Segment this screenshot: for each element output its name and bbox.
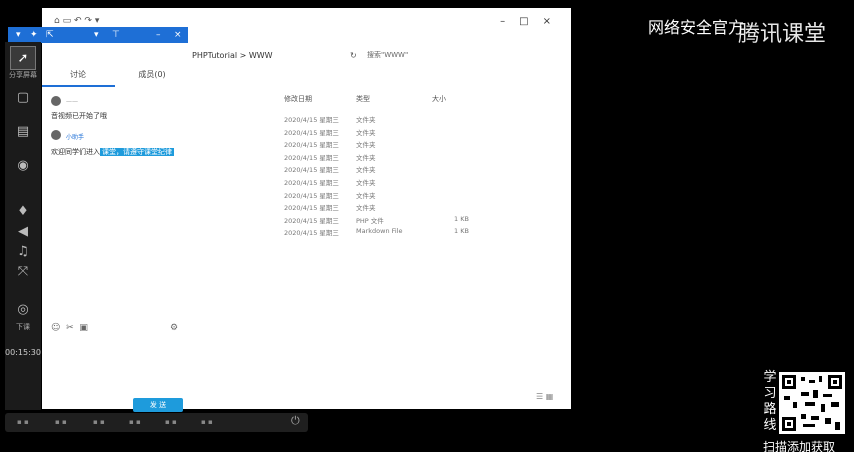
view-toggle: ☰ ▦ [536, 392, 553, 401]
home-icon[interactable]: ⌂ [54, 16, 60, 26]
class-timer: 00:15:30 [5, 348, 41, 357]
tab-members[interactable]: 成员(0) [116, 69, 188, 80]
file-type-cell[interactable]: 文件夹 [356, 152, 376, 162]
chat-toolbar: ☺ ✂ ▣ [51, 323, 88, 333]
file-date-cell[interactable]: 2020/4/15 星期三 [284, 202, 339, 212]
toolbar-item[interactable]: ▪ ▪ [17, 418, 29, 427]
message-sender: 小助手 [66, 134, 85, 141]
brand-watermark: 腾讯课堂 [738, 22, 827, 47]
message-sender: —— [66, 98, 78, 105]
file-type-cell[interactable]: Markdown File [356, 227, 403, 235]
emoji-icon[interactable]: ☺ [51, 323, 60, 333]
file-size-cell[interactable]: 1 KB [454, 215, 469, 223]
close-icon[interactable]: × [174, 27, 182, 43]
search-input[interactable]: 搜索"WWW" [367, 49, 467, 61]
file-date-cell[interactable]: 2020/4/15 星期三 [284, 227, 339, 237]
tiles-view-icon[interactable]: ▦ [546, 392, 554, 401]
power-icon[interactable]: ⏻ [291, 415, 300, 426]
file-type-cell[interactable]: 文件夹 [356, 114, 376, 124]
video-icon[interactable]: ◉ [10, 154, 36, 178]
active-tab-indicator [42, 85, 115, 87]
menu-icon[interactable]: ▾ [16, 27, 21, 43]
scissors-icon[interactable]: ✂ [66, 323, 74, 333]
column-header-date[interactable]: 修改日期 [284, 94, 312, 104]
file-type-cell[interactable]: 文件夹 [356, 190, 376, 200]
column-header-type[interactable]: 类型 [356, 94, 370, 104]
screen: ⌂ ▭ ↶ ↷ ▾ –□× 讨论 成员(0) —— 音视频已开始了哦 小助手 欢… [0, 0, 854, 452]
file-type-cell[interactable]: PHP 文件 [356, 215, 384, 225]
tab-discussion[interactable]: 讨论 [42, 69, 114, 80]
share-icon[interactable]: ⇱ [46, 27, 54, 43]
file-date-cell[interactable]: 2020/4/15 星期三 [284, 177, 339, 187]
end-class-label: 下课 [16, 323, 30, 331]
toolbar-item[interactable]: ▪ ▪ [55, 418, 67, 427]
main-window: ⌂ ▭ ↶ ↷ ▾ –□× 讨论 成员(0) —— 音视频已开始了哦 小助手 欢… [42, 8, 571, 412]
pin-top-icon[interactable]: ⊤ [112, 27, 120, 43]
qr-code [779, 372, 845, 434]
avatar [51, 96, 61, 106]
message-text: 欢迎同学们进入 课堂，请遵守课堂纪律 [51, 147, 174, 157]
pin-icon[interactable]: ✦ [30, 27, 38, 43]
send-button[interactable]: 发 送 [133, 398, 183, 412]
minimize-icon[interactable]: – [156, 27, 161, 43]
promo-vertical-text: 学 习 路 线 [763, 370, 777, 433]
message-text-part: 欢迎同学们进入 [51, 148, 100, 156]
toolbar-item[interactable]: ▪ ▪ [129, 418, 141, 427]
details-view-icon[interactable]: ☰ [536, 392, 543, 401]
image-icon[interactable]: ▣ [79, 323, 88, 333]
redo-icon[interactable]: ↷ [84, 16, 92, 26]
chat-window-header: ▾ ✦ ⇱ ▾ ⊤ – × [8, 27, 188, 43]
chat-panel: 讨论 成员(0) —— 音视频已开始了哦 小助手 欢迎同学们进入 课堂，请遵守课堂… [42, 43, 192, 412]
dropdown-icon[interactable]: ▾ [95, 16, 100, 26]
column-header-size[interactable]: 大小 [432, 94, 446, 104]
file-type-cell[interactable]: 文件夹 [356, 127, 376, 137]
classroom-toolbar: ➚ 分享屏幕 ▢ ▤ ◉ ♦ ◀ ♫ ⤧ ◎ 下课 00:15:30 [5, 42, 41, 410]
camera-icon[interactable]: ▢ [10, 86, 36, 110]
file-date-cell[interactable]: 2020/4/15 星期三 [284, 190, 339, 200]
document-icon[interactable]: ▤ [10, 120, 36, 144]
file-date-cell[interactable]: 2020/4/15 星期三 [284, 114, 339, 124]
file-date-cell[interactable]: 2020/4/15 星期三 [284, 215, 339, 225]
breadcrumb[interactable]: PHPTutorial > WWW [192, 51, 273, 60]
watermark-text: 网络安全官方 [648, 18, 745, 37]
file-type-cell[interactable]: 文件夹 [356, 139, 376, 149]
file-date-cell[interactable]: 2020/4/15 星期三 [284, 139, 339, 149]
file-type-cell[interactable]: 文件夹 [356, 177, 376, 187]
file-date-cell[interactable]: 2020/4/15 星期三 [284, 127, 339, 137]
toolbar-item[interactable]: ▪ ▪ [93, 418, 105, 427]
avatar [51, 130, 61, 140]
share-screen-label: 分享屏幕 [9, 71, 37, 79]
file-size-cell[interactable]: 1 KB [454, 227, 469, 235]
gear-icon[interactable]: ⚙ [170, 323, 178, 333]
message-text: 音视频已开始了哦 [51, 112, 107, 120]
power-icon[interactable]: ◎ [10, 298, 36, 322]
promo-caption: 扫描添加获取 [763, 440, 836, 452]
file-type-cell[interactable]: 文件夹 [356, 202, 376, 212]
refresh-icon[interactable]: ↻ [350, 51, 357, 60]
message-highlight: 课堂，请遵守课堂纪律 [100, 148, 174, 156]
expand-icon[interactable]: ⤧ [10, 260, 36, 284]
file-type-cell[interactable]: 文件夹 [356, 164, 376, 174]
title-toolbar: ⌂ ▭ ↶ ↷ ▾ [54, 16, 99, 26]
toolbar-item[interactable]: ▪ ▪ [165, 418, 177, 427]
toolbar-item[interactable]: ▪ ▪ [201, 418, 213, 427]
minimize-icon[interactable]: – [500, 16, 519, 27]
qr-promo: 学 习 路 线 扫描添加获取 [757, 370, 854, 452]
window-controls: –□× [500, 16, 565, 27]
undo-icon[interactable]: ↶ [74, 16, 82, 26]
close-icon[interactable]: × [543, 16, 565, 27]
folder-icon[interactable]: ▭ [63, 16, 72, 26]
share-screen-icon[interactable]: ➚ [10, 46, 36, 70]
chevron-down-icon[interactable]: ▾ [94, 27, 99, 43]
maximize-icon[interactable]: □ [519, 16, 542, 27]
file-date-cell[interactable]: 2020/4/15 星期三 [284, 164, 339, 174]
file-date-cell[interactable]: 2020/4/15 星期三 [284, 152, 339, 162]
bottom-toolbar: ▪ ▪ ▪ ▪ ▪ ▪ ▪ ▪ ▪ ▪ ▪ ▪ ⏻ [5, 413, 308, 432]
